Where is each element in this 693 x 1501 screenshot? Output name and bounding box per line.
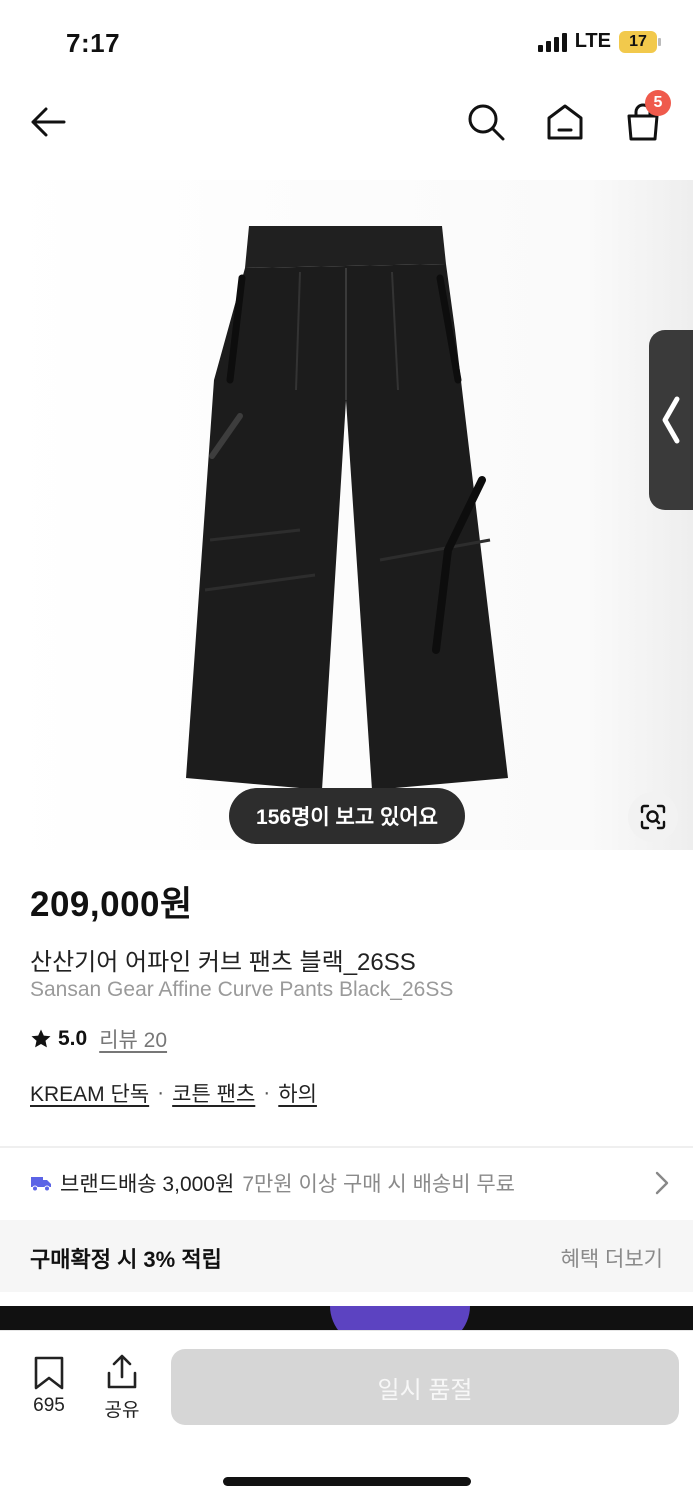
status-indicators: LTE 17 [537,30,661,53]
cart-button[interactable]: 5 [621,90,671,144]
product-name-korean: 산산기어 어파인 커브 팬츠 블랙_26SS [30,949,416,976]
bookmark-icon [34,1356,64,1390]
chevron-right-icon [655,1171,669,1195]
sold-out-button[interactable]: 일시 품절 [171,1349,679,1425]
home-button[interactable] [543,100,587,144]
viewers-count-pill: 156명이 보고 있어요 [229,788,465,844]
benefit-row: 구매확정 시 3% 적립 혜택 더보기 [0,1220,693,1292]
star-icon [31,1029,51,1048]
bookmark-count: 695 [33,1395,65,1416]
product-name-english: Sansan Gear Affine Curve Pants Black_26S… [30,978,454,1001]
section-divider [0,1146,693,1148]
category-link-cotton-pants[interactable]: 코튼 팬츠 [172,1078,255,1108]
chevron-left-icon [662,396,680,444]
bottom-action-bar: 695 공유 일시 품절 [0,1330,693,1501]
shipping-fee-label: 브랜드배송 3,000원 [60,1173,235,1196]
arrow-left-icon [31,107,66,137]
rating-row: 5.0 리뷰 20 [30,1024,167,1054]
category-link-kream-exclusive[interactable]: KREAM 단독 [30,1078,149,1108]
truck-icon [31,1177,51,1192]
product-price: 209,000원 [30,885,193,924]
category-breadcrumb: KREAM 단독 · 코튼 팬츠 · 하의 [30,1078,317,1108]
shipping-free-note: 7만원 이상 구매 시 배송비 무료 [242,1173,516,1196]
visual-search-button[interactable] [628,792,678,842]
home-icon [547,104,583,140]
category-separator: · [157,1081,165,1104]
share-label: 공유 [104,1400,140,1421]
signal-icon [537,32,567,52]
bookmark-button[interactable]: 695 [32,1355,66,1417]
rating-score: 5.0 [58,1027,88,1050]
home-indicator[interactable] [223,1477,471,1486]
shipping-info-row[interactable]: 브랜드배송 3,000원 7만원 이상 구매 시 배송비 무료 [30,1168,670,1198]
network-label: LTE [574,30,611,52]
side-drawer-tab[interactable] [649,330,693,510]
battery-level: 17 [629,32,647,50]
review-link[interactable]: 리뷰 20 [99,1024,167,1054]
benefit-more-link[interactable]: 혜택 더보기 [561,1243,663,1273]
back-button[interactable] [26,100,70,144]
points-benefit-label: 구매확정 시 3% 적립 [30,1247,222,1272]
visual-search-icon [640,804,666,830]
product-image[interactable] [0,180,693,850]
share-icon [107,1354,137,1389]
cart-count-badge: 5 [645,90,671,116]
search-button[interactable] [464,100,508,144]
search-icon [468,104,505,141]
battery-icon: 17 [619,30,661,53]
pants-image [0,180,693,850]
status-time: 7:17 [66,28,121,58]
category-link-bottoms[interactable]: 하의 [278,1078,317,1108]
category-separator: · [263,1081,271,1104]
share-button[interactable]: 공유 [104,1353,140,1422]
